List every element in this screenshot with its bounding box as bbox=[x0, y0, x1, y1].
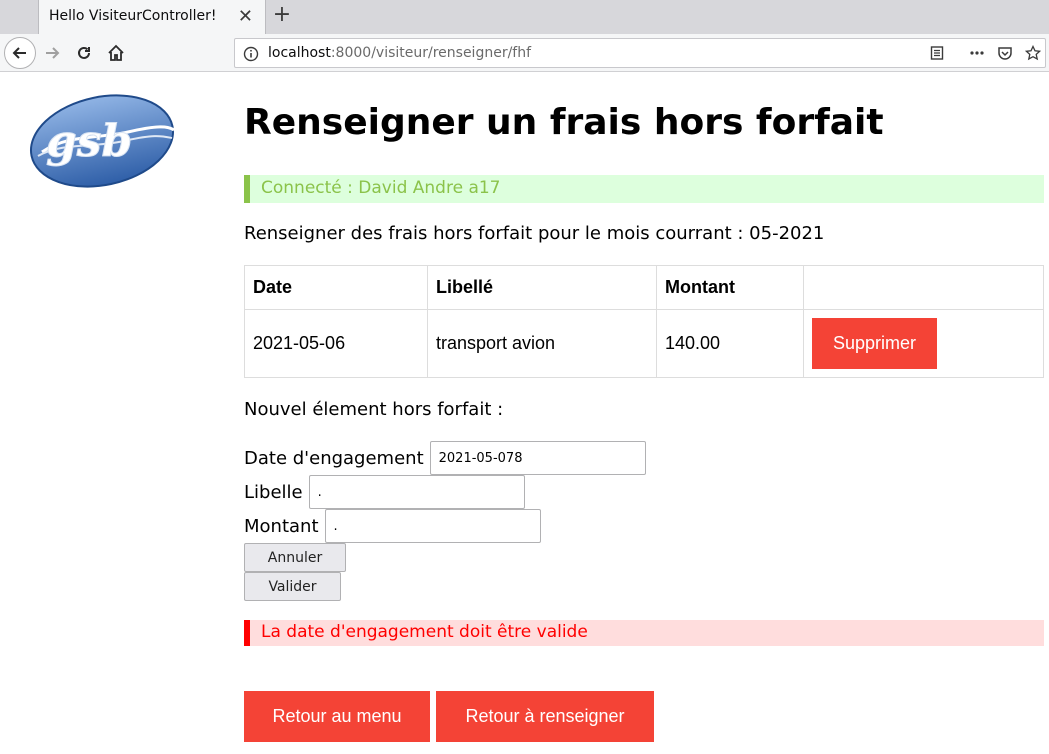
table-row: 2021-05-06 transport avion 140.00 Suppri… bbox=[244, 309, 1044, 378]
error-banner: La date d'engagement doit être valide bbox=[244, 620, 1044, 646]
cell-montant: 140.00 bbox=[656, 309, 804, 378]
montant-label: Montant bbox=[244, 515, 319, 537]
info-icon[interactable] bbox=[243, 46, 259, 62]
home-button[interactable] bbox=[102, 39, 130, 67]
intro-text: Renseigner des frais hors forfait pour l… bbox=[244, 223, 825, 244]
annuler-button[interactable]: Annuler bbox=[244, 543, 346, 572]
tab-bar: Hello VisiteurController! ✕ + bbox=[0, 0, 1049, 34]
reload-icon bbox=[78, 46, 90, 59]
cell-date: 2021-05-06 bbox=[244, 309, 428, 378]
connected-banner: Connecté : David Andre a17 bbox=[244, 175, 1044, 203]
header-libelle: Libellé bbox=[427, 265, 657, 310]
url-text: localhost:8000/visiteur/renseigner/fhf bbox=[268, 45, 531, 61]
libelle-input[interactable] bbox=[308, 475, 525, 509]
retour-renseigner-button[interactable]: Retour à renseigner bbox=[436, 691, 654, 742]
browser-tab[interactable]: Hello VisiteurController! ✕ bbox=[38, 0, 266, 34]
date-label: Date d'engagement bbox=[244, 447, 424, 469]
new-item-heading: Nouvel élement hors forfait : bbox=[244, 399, 504, 420]
gsb-logo-text: gsb bbox=[46, 116, 132, 167]
close-tab-icon[interactable]: ✕ bbox=[238, 6, 253, 27]
cell-action: Supprimer bbox=[803, 309, 1044, 378]
frais-table: Date Libellé Montant 2021-05-06 transpor… bbox=[244, 265, 1044, 378]
forward-button[interactable] bbox=[38, 39, 66, 67]
tab-title: Hello VisiteurController! bbox=[49, 8, 217, 24]
reader-view-icon[interactable] bbox=[929, 45, 945, 61]
reload-button[interactable] bbox=[70, 39, 98, 67]
date-row: Date d'engagement bbox=[244, 441, 646, 475]
header-date: Date bbox=[244, 265, 428, 310]
navigation-bar: localhost:8000/visiteur/renseigner/fhf bbox=[0, 34, 1049, 72]
header-action bbox=[803, 265, 1044, 310]
retour-menu-button[interactable]: Retour au menu bbox=[244, 691, 430, 742]
address-bar[interactable]: localhost:8000/visiteur/renseigner/fhf bbox=[234, 38, 1046, 68]
error-text: La date d'engagement doit être valide bbox=[261, 622, 588, 642]
table-header-row: Date Libellé Montant bbox=[244, 265, 1044, 310]
bookmark-star-icon[interactable] bbox=[1025, 45, 1041, 61]
back-arrow-icon bbox=[12, 47, 26, 59]
more-actions-icon[interactable] bbox=[969, 45, 985, 61]
home-icon bbox=[108, 44, 124, 61]
forward-arrow-icon bbox=[46, 47, 60, 59]
page-title: Renseigner un frais hors forfait bbox=[244, 102, 884, 143]
new-tab-icon[interactable]: + bbox=[270, 3, 294, 27]
libelle-label: Libelle bbox=[244, 481, 303, 503]
pocket-icon[interactable] bbox=[997, 45, 1013, 61]
url-path: :8000/visiteur/renseigner/fhf bbox=[330, 45, 532, 61]
url-host: localhost bbox=[268, 45, 331, 61]
header-montant: Montant bbox=[656, 265, 804, 310]
back-button[interactable] bbox=[4, 37, 36, 69]
gsb-logo: gsb bbox=[29, 94, 175, 188]
libelle-row: Libelle bbox=[244, 475, 525, 509]
supprimer-button[interactable]: Supprimer bbox=[812, 318, 937, 369]
montant-input[interactable] bbox=[324, 509, 541, 543]
page-content: gsb Renseigner un frais hors forfait Con… bbox=[0, 72, 1049, 754]
montant-row: Montant bbox=[244, 509, 541, 543]
valider-button[interactable]: Valider bbox=[244, 572, 341, 601]
cell-libelle: transport avion bbox=[427, 309, 657, 378]
connected-text: Connecté : David Andre a17 bbox=[261, 178, 501, 198]
date-input[interactable] bbox=[429, 441, 646, 475]
